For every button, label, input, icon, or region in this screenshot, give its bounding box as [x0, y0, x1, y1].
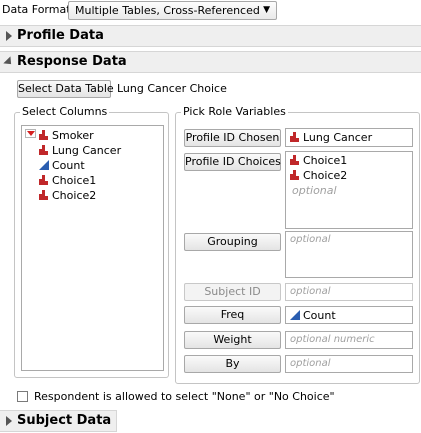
nominal-icon — [39, 190, 49, 200]
none-option-label: Respondent is allowed to select "None" o… — [34, 390, 335, 403]
grouping-placeholder: optional — [290, 234, 331, 245]
subject-id-placeholder: optional — [290, 286, 331, 297]
profile-id-choices-placeholder: optional — [292, 184, 337, 197]
list-item[interactable]: Choice1 — [39, 173, 121, 188]
profile-id-chosen-value: Lung Cancer — [303, 131, 373, 144]
column-name: Lung Cancer — [52, 144, 122, 157]
list-item[interactable]: Choice2 — [290, 168, 347, 183]
continuous-icon — [39, 160, 49, 170]
nominal-icon — [39, 175, 49, 185]
select-data-table-button[interactable]: Select Data Table — [17, 80, 114, 98]
by-button[interactable]: By — [184, 355, 281, 373]
list-item[interactable]: Choice2 — [39, 188, 121, 203]
profile-data-title: Profile Data — [17, 28, 104, 43]
grouping-button[interactable]: Grouping — [184, 233, 281, 251]
data-format-label: Data Format — [2, 3, 71, 16]
column-name: Smoker — [52, 129, 94, 142]
freq-field[interactable]: Count — [285, 306, 413, 324]
list-item[interactable]: Count — [39, 158, 121, 173]
grouping-field[interactable]: optional — [285, 231, 413, 278]
nominal-icon — [39, 145, 49, 155]
nominal-icon — [290, 155, 300, 165]
data-format-select[interactable]: Multiple Tables, Cross-Referenced ▼ — [68, 1, 277, 20]
data-format-value: Multiple Tables, Cross-Referenced — [75, 4, 260, 17]
profile-id-choices-button[interactable]: Profile ID Choices — [184, 153, 281, 171]
freq-value: Count — [303, 309, 336, 322]
column-name: Choice1 — [52, 174, 97, 187]
column-name: Choice2 — [52, 189, 97, 202]
profile-id-choices-field[interactable]: Choice1 Choice2 optional — [285, 151, 413, 229]
subject-id-field[interactable]: optional — [285, 283, 413, 301]
select-columns-label: Select Columns — [20, 105, 110, 118]
response-data-title: Response Data — [17, 54, 127, 69]
disclosure-open-icon[interactable] — [3, 56, 15, 68]
profile-id-chosen-field[interactable]: Lung Cancer — [285, 128, 413, 147]
weight-field[interactable]: optional numeric — [285, 331, 413, 349]
disclosure-closed-icon[interactable] — [6, 31, 12, 41]
choice-value: Choice2 — [303, 169, 348, 182]
response-data-header[interactable]: Response Data — [0, 51, 421, 73]
choice-value: Choice1 — [303, 154, 348, 167]
continuous-icon — [290, 310, 300, 320]
nominal-icon — [290, 170, 300, 180]
weight-placeholder: optional numeric — [290, 334, 375, 345]
pick-role-variables-label: Pick Role Variables — [181, 105, 288, 118]
nominal-icon — [290, 132, 300, 142]
selected-table-name: Lung Cancer Choice — [117, 82, 227, 95]
profile-data-header[interactable]: Profile Data — [0, 25, 421, 47]
nominal-icon — [39, 130, 49, 140]
subject-id-button[interactable]: Subject ID — [184, 283, 281, 301]
disclosure-closed-icon[interactable] — [6, 416, 12, 426]
subject-data-header[interactable]: Subject Data — [0, 410, 117, 432]
red-triangle-menu-icon[interactable] — [25, 129, 36, 138]
by-field[interactable]: optional — [285, 355, 413, 373]
list-item[interactable]: Choice1 — [290, 153, 347, 168]
chevron-down-icon: ▼ — [263, 5, 270, 15]
column-list[interactable]: Smoker Lung Cancer Count Choice1 Choice2 — [21, 125, 164, 371]
column-name: Count — [52, 159, 85, 172]
list-item[interactable]: Smoker — [39, 128, 121, 143]
subject-data-title: Subject Data — [17, 413, 112, 428]
freq-button[interactable]: Freq — [184, 306, 281, 324]
none-option-checkbox[interactable] — [17, 391, 28, 402]
weight-button[interactable]: Weight — [184, 331, 281, 349]
by-placeholder: optional — [290, 358, 331, 369]
profile-id-chosen-button[interactable]: Profile ID Chosen — [184, 129, 281, 147]
list-item[interactable]: Lung Cancer — [39, 143, 121, 158]
